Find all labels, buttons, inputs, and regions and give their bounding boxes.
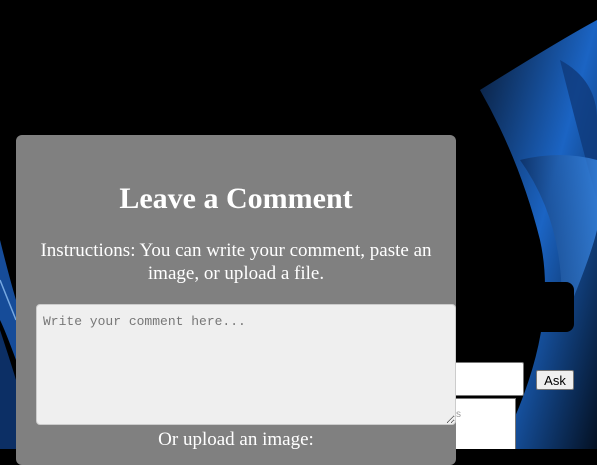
modal-title: Leave a Comment (119, 182, 353, 215)
comment-textarea[interactable] (36, 304, 456, 425)
comment-modal: Leave a Comment Instructions: You can wr… (16, 135, 456, 465)
background-response-text: s (456, 409, 461, 420)
upload-image-label: Or upload an image: (158, 429, 314, 450)
ask-button[interactable]: Ask (536, 370, 574, 390)
background-question-input[interactable] (448, 362, 524, 396)
background-response-box: s (448, 398, 516, 449)
modal-instructions: Instructions: You can write your comment… (40, 240, 432, 284)
background-panel (440, 282, 574, 332)
